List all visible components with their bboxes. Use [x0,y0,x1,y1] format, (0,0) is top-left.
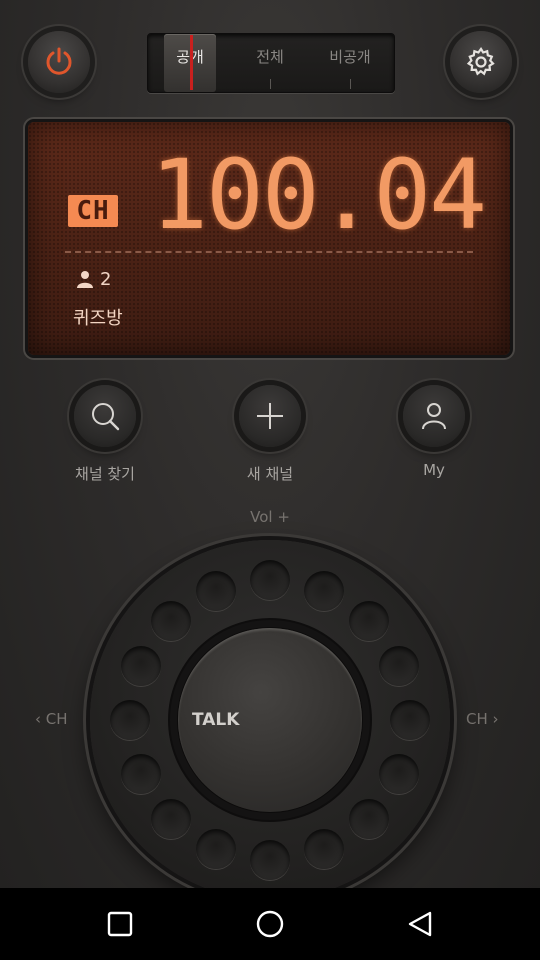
plus-icon [257,403,283,429]
back-icon [408,911,432,937]
talk-label: TALK [192,710,240,730]
user-count: 2 [76,267,111,291]
recent-apps-icon [107,911,133,937]
dial-hole [348,798,389,839]
volume-up-label[interactable]: Vol + [230,508,310,526]
divider [65,251,473,253]
my-button[interactable] [403,385,465,447]
dial-hole [196,570,237,611]
search-icon [92,403,120,431]
dial-hole [151,798,191,839]
home-button[interactable] [230,888,310,960]
dial-hole [120,753,161,794]
home-icon [256,910,284,938]
channel-frequency: 100.04 [150,139,487,251]
find-channel-label: 채널 찾기 [75,465,135,483]
tab-tick [270,79,271,89]
ch-badge: CH [68,195,118,227]
dial-hole [250,840,290,880]
visibility-tabs: 공개 전체 비공개 [147,33,395,93]
radio-app: 공개 전체 비공개 CH 100.04 2 퀴즈방 [0,0,540,888]
channel-next-button[interactable]: CH › [466,710,499,728]
gear-icon [466,47,495,76]
tab-tick [350,79,351,89]
new-channel-label: 새 채널 [246,465,294,483]
dial-hole [303,829,344,870]
system-nav-bar [0,888,540,960]
my-label: My [423,461,445,479]
user-icon [422,403,446,430]
dial-hole [110,700,150,740]
back-button[interactable] [380,888,460,960]
settings-button[interactable] [450,31,512,93]
new-channel-button[interactable] [239,385,301,447]
active-tab-marker [190,35,193,90]
recent-apps-button[interactable] [80,888,160,960]
power-icon [46,47,72,75]
dial-hole [390,700,430,740]
room-name: 퀴즈방 [73,308,123,329]
person-icon [77,271,93,288]
dial-hole [250,560,290,600]
channel-display: CH 100.04 2 퀴즈방 [28,122,510,355]
channel-prev-button[interactable]: ‹ CH [35,710,68,728]
dial-hole [120,646,161,687]
user-count-value: 2 [100,268,112,290]
dial-hole [348,601,389,641]
dial-hole [303,570,344,611]
dial-hole [379,753,420,794]
power-button[interactable] [28,31,90,93]
find-channel-button[interactable] [74,385,136,447]
dial-hole [151,601,191,641]
